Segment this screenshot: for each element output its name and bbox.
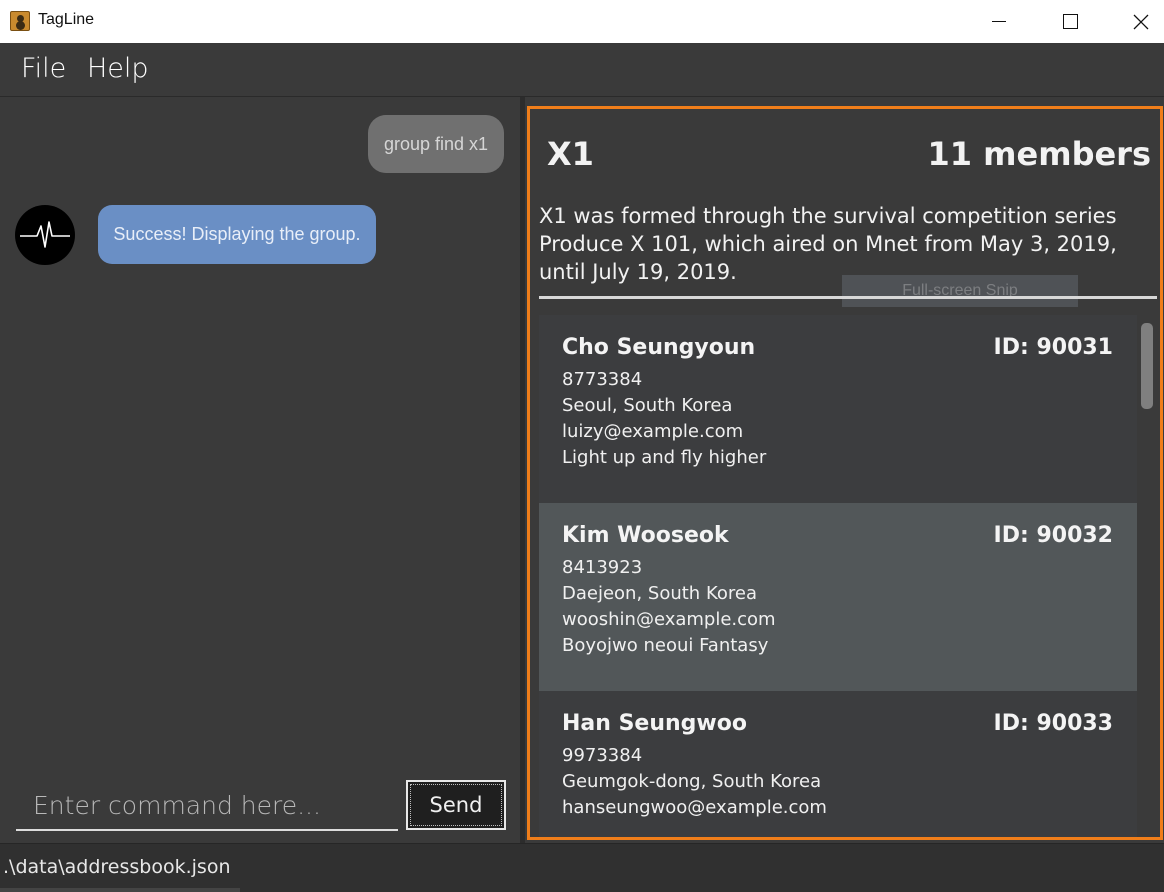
member-email: luizy@example.com [562,421,744,442]
command-input[interactable] [16,781,398,831]
minimize-icon [992,21,1006,22]
member-address: Seoul, South Korea [562,395,733,416]
heartbeat-icon [20,221,70,248]
member-address: Daejeon, South Korea [562,583,757,604]
maximize-button[interactable] [1041,0,1099,43]
group-panel: X1 11 members X1 was formed through the … [527,106,1163,840]
send-button[interactable]: Send [406,780,506,830]
data-file-path: .\data\addressbook.json [3,856,231,878]
member-phone: 9973384 [562,745,643,766]
member-email: wooshin@example.com [562,609,776,630]
chat-panel: group find x1 Success! Displaying the gr… [0,97,520,843]
group-description: X1 was formed through the survival compe… [539,204,1117,284]
menu-file[interactable]: File [21,53,66,84]
group-name: X1 [547,135,594,173]
member-phone: 8413923 [562,557,643,578]
group-divider [539,296,1157,299]
status-bar: .\data\addressbook.json [0,843,1164,892]
member-card[interactable]: Han Seungwoo ID: 90033 9973384 Geumgok-d… [539,691,1137,837]
user-message-bubble: group find x1 [368,115,504,173]
status-strip [0,888,240,892]
member-card-selected[interactable]: Kim Wooseok ID: 90032 8413923 Daejeon, S… [539,503,1137,691]
members-list: Cho Seungyoun ID: 90031 8773384 Seoul, S… [539,315,1137,837]
app-icon [10,11,30,31]
close-icon [1133,14,1149,29]
bot-avatar [15,205,75,265]
members-scrollbar[interactable] [1137,315,1157,837]
title-bar: TagLine [0,0,1164,43]
member-card[interactable]: Cho Seungyoun ID: 90031 8773384 Seoul, S… [539,315,1137,503]
minimize-button[interactable] [970,0,1028,43]
scrollbar-thumb[interactable] [1141,323,1153,409]
window-title: TagLine [38,11,95,28]
bot-message-bubble: Success! Displaying the group. [98,205,376,264]
menu-help[interactable]: Help [87,53,149,84]
panel-splitter[interactable] [520,97,525,843]
member-phone: 8773384 [562,369,643,390]
menu-bar: File Help [0,43,1164,97]
member-id: ID: 90032 [993,523,1113,548]
member-id: ID: 90031 [993,335,1113,360]
member-address: Geumgok-dong, South Korea [562,771,822,792]
member-email: hanseungwoo@example.com [562,797,827,818]
maximize-icon [1062,14,1078,29]
member-note: Light up and fly higher [562,447,767,468]
member-count: 11 members [927,135,1152,173]
close-button[interactable] [1112,0,1164,43]
member-note: Boyojwo neoui Fantasy [562,635,769,656]
member-id: ID: 90033 [993,711,1113,736]
snip-overlay: Full-screen Snip [842,275,1078,307]
